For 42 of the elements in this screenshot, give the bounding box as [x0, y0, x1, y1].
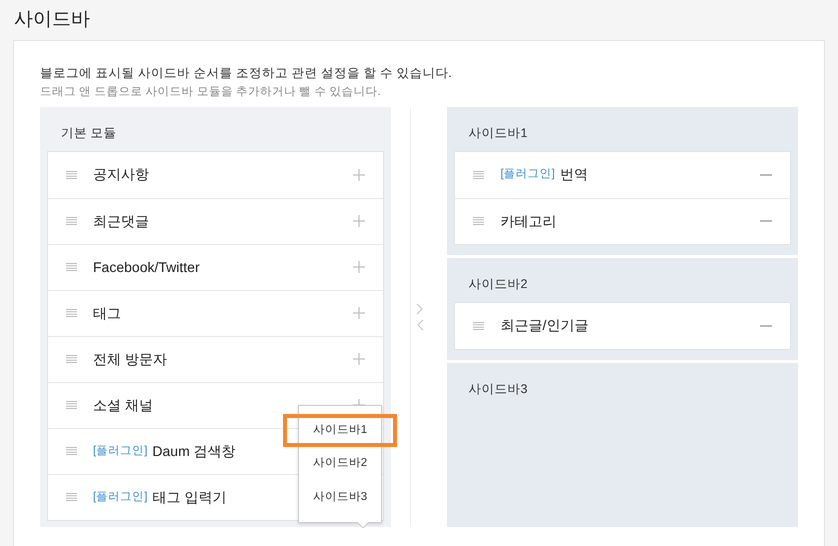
- drag-handle-icon[interactable]: [66, 170, 77, 179]
- hint-text: 드래그 앤 드롭으로 사이드바 모듈을 추가하거나 뺄 수 있습니다.: [40, 85, 382, 100]
- module-name: 카테고리: [500, 212, 556, 231]
- drag-handle-icon[interactable]: [66, 355, 77, 364]
- menu-item[interactable]: 사이드바2: [299, 447, 381, 480]
- plus-icon[interactable]: [352, 168, 365, 181]
- module-name: 전체 방문자: [93, 350, 167, 369]
- section-title: 사이드바2: [467, 276, 528, 293]
- module-name: 소셜 채널: [93, 396, 153, 415]
- drag-handle-icon[interactable]: [66, 263, 77, 272]
- page-title: 사이드바: [13, 8, 91, 32]
- chevron-left-icon[interactable]: [416, 319, 424, 331]
- module-name: 번역: [560, 165, 588, 184]
- module-name: 공지사항: [93, 165, 149, 184]
- chevron-right-icon[interactable]: [416, 303, 424, 315]
- menu-item[interactable]: 사이드바1: [283, 414, 397, 448]
- section-title: 사이드바1: [467, 125, 528, 142]
- plugin-tag: [플러그인]: [500, 166, 555, 184]
- module-name: Facebook/Twitter: [93, 258, 200, 277]
- drag-handle-icon[interactable]: [473, 170, 484, 179]
- panel-title: 기본 모듈: [60, 125, 118, 142]
- plugin-tag: [플러그인]: [93, 488, 148, 506]
- drag-handle-icon[interactable]: [66, 309, 77, 318]
- plus-icon[interactable]: [352, 215, 365, 228]
- drag-handle-icon[interactable]: [66, 447, 77, 456]
- drag-handle-icon[interactable]: [66, 217, 77, 226]
- plugin-tag: [플러그인]: [93, 442, 148, 460]
- menu-item[interactable]: 사이드바3: [299, 480, 381, 514]
- module-name: 태그 입력기: [152, 488, 226, 507]
- plus-icon[interactable]: [352, 307, 365, 320]
- drag-handle-icon[interactable]: [66, 493, 77, 502]
- plus-icon[interactable]: [352, 353, 365, 366]
- module-name: Daum 검색창: [152, 442, 236, 461]
- module-name: 최근댓글: [93, 212, 149, 231]
- drag-handle-icon[interactable]: [473, 322, 484, 330]
- drag-handle-icon[interactable]: [473, 217, 484, 226]
- section-title: 사이드바3: [467, 380, 528, 398]
- plus-icon[interactable]: [352, 261, 365, 274]
- module-name: 최근글/인기글: [500, 316, 588, 335]
- drag-handle-icon[interactable]: [66, 401, 77, 410]
- module-name: 태그: [93, 304, 121, 323]
- description-text: 블로그에 표시될 사이드바 순서를 조정하고 관련 설정을 할 수 있습니다.: [40, 65, 453, 82]
